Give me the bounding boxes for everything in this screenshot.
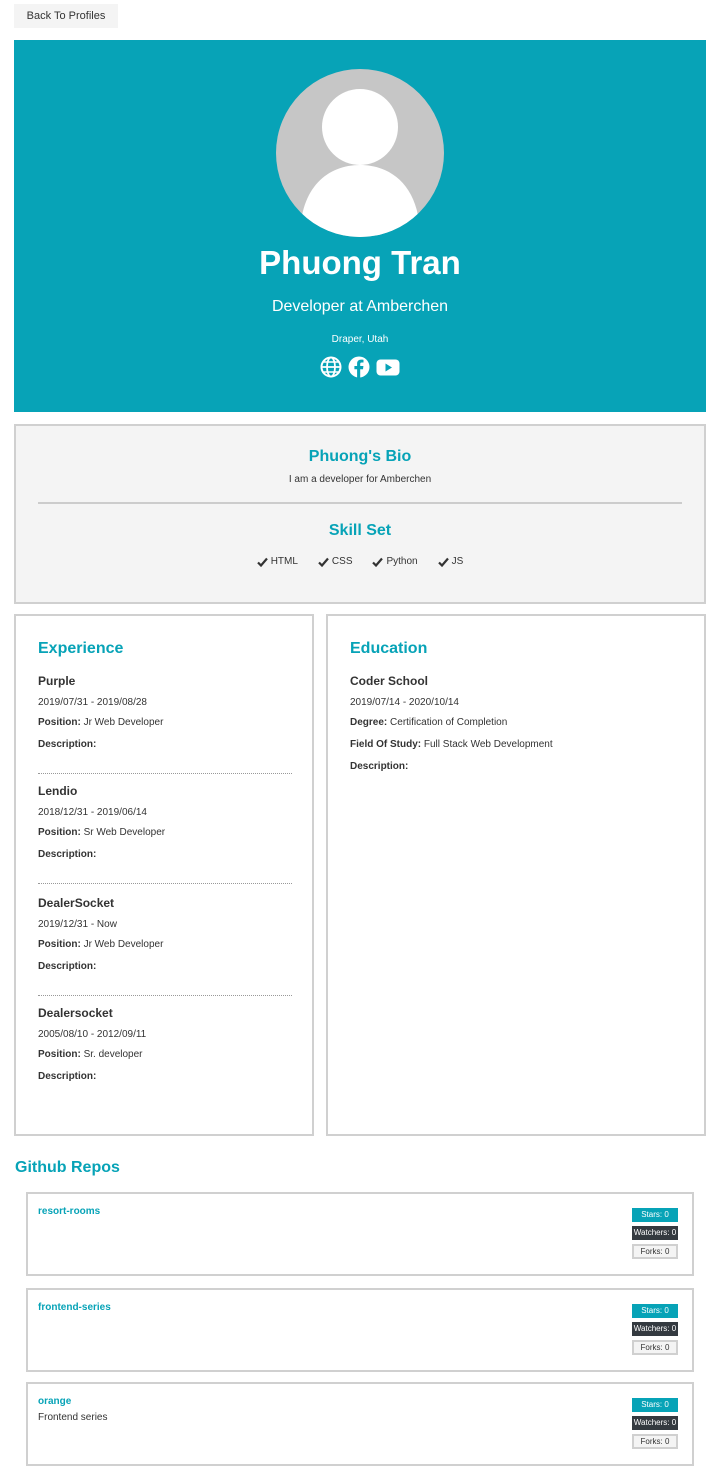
avatar bbox=[276, 69, 444, 237]
description-label: Description: bbox=[38, 849, 97, 860]
position-value: Jr Web Developer bbox=[83, 717, 164, 728]
bio-title: Phuong's Bio bbox=[308, 448, 412, 465]
position-label: Position: bbox=[38, 1049, 81, 1060]
company-name: Dealersocket bbox=[38, 1006, 113, 1020]
date-range: 2005/08/10 - 2012/09/11 bbox=[38, 1029, 147, 1040]
field-label: Field Of Study: bbox=[350, 739, 422, 750]
experience-item: Dealersocket 2005/08/10 - 2012/09/11 Pos… bbox=[38, 1006, 292, 1106]
profile-location: Draper, Utah bbox=[331, 334, 389, 345]
default-avatar-icon bbox=[300, 89, 420, 237]
check-icon bbox=[372, 557, 384, 567]
position-row: Position: Sr Web Developer bbox=[38, 826, 292, 848]
globe-icon[interactable] bbox=[320, 356, 342, 378]
position-row: Position: Jr Web Developer bbox=[38, 938, 292, 960]
stars-badge: Stars: 0 bbox=[632, 1304, 678, 1318]
skills-title: Skill Set bbox=[328, 522, 392, 539]
field-row: Field Of Study: Full Stack Web Developme… bbox=[350, 738, 684, 760]
bio-text: I am a developer for Amberchen bbox=[288, 474, 432, 485]
skill-label: CSS bbox=[331, 556, 353, 567]
check-icon bbox=[256, 557, 268, 567]
bio-section: Phuong's Bio I am a developer for Amberc… bbox=[14, 424, 706, 604]
position-value: Jr Web Developer bbox=[83, 939, 164, 950]
repo-card: resort-rooms Stars: 0 Watchers: 0 Forks:… bbox=[26, 1192, 694, 1276]
repo-description: Frontend series bbox=[38, 1412, 108, 1423]
watchers-badge: Watchers: 0 bbox=[632, 1416, 678, 1430]
field-value: Full Stack Web Development bbox=[423, 739, 553, 750]
position-label: Position: bbox=[38, 939, 81, 950]
forks-badge: Forks: 0 bbox=[632, 1340, 678, 1355]
profile-header: Phuong Tran Developer at Amberchen Drape… bbox=[14, 40, 706, 412]
description-label: Description: bbox=[38, 739, 97, 750]
repo-link[interactable]: resort-rooms bbox=[38, 1206, 100, 1217]
description-row: Description: bbox=[38, 848, 292, 870]
check-icon bbox=[318, 557, 329, 567]
skill-item: Python bbox=[372, 556, 418, 567]
description-label: Description: bbox=[38, 1071, 97, 1082]
position-row: Position: Jr Web Developer bbox=[38, 716, 292, 738]
school-name: Coder School bbox=[350, 674, 429, 688]
position-value: Sr Web Developer bbox=[83, 827, 166, 838]
skill-item: HTML bbox=[256, 556, 298, 567]
education-title: Education bbox=[350, 640, 428, 657]
company-name: Purple bbox=[38, 674, 76, 688]
social-links bbox=[14, 356, 706, 378]
profile-status: Developer at Amberchen bbox=[271, 298, 449, 315]
repo-card: orange Frontend series Stars: 0 Watchers… bbox=[26, 1382, 694, 1466]
back-to-profiles-button[interactable]: Back To Profiles bbox=[14, 4, 118, 28]
github-repos-title: Github Repos bbox=[15, 1159, 120, 1176]
company-name: Lendio bbox=[38, 784, 78, 798]
description-row: Description: bbox=[38, 738, 292, 760]
experience-item: DealerSocket 2019/12/31 - Now Position: … bbox=[38, 896, 292, 996]
description-row: Description: bbox=[38, 960, 292, 982]
education-section: Education Coder School 2019/07/14 - 2020… bbox=[326, 614, 706, 1136]
youtube-icon[interactable] bbox=[376, 356, 400, 378]
description-row: Description: bbox=[38, 1070, 292, 1092]
position-row: Position: Sr. developer bbox=[38, 1048, 292, 1070]
divider bbox=[38, 502, 682, 504]
stars-badge: Stars: 0 bbox=[632, 1208, 678, 1222]
repo-card: frontend-series Stars: 0 Watchers: 0 For… bbox=[26, 1288, 694, 1372]
skill-item: CSS bbox=[318, 556, 353, 567]
skill-label: Python bbox=[386, 556, 418, 567]
company-name: DealerSocket bbox=[38, 896, 115, 910]
profile-name: Phuong Tran bbox=[259, 244, 461, 281]
date-range: 2019/12/31 - Now bbox=[38, 919, 117, 930]
position-label: Position: bbox=[38, 827, 81, 838]
forks-badge: Forks: 0 bbox=[632, 1434, 678, 1449]
experience-title: Experience bbox=[38, 640, 124, 657]
stars-badge: Stars: 0 bbox=[632, 1398, 678, 1412]
watchers-badge: Watchers: 0 bbox=[632, 1226, 678, 1240]
repo-link[interactable]: orange bbox=[38, 1396, 71, 1407]
description-label: Description: bbox=[350, 761, 409, 772]
watchers-badge: Watchers: 0 bbox=[632, 1322, 678, 1336]
skill-label: HTML bbox=[270, 556, 298, 567]
experience-item: Lendio 2018/12/31 - 2019/06/14 Position:… bbox=[38, 784, 292, 884]
skills-list: HTML CSS Python JS bbox=[16, 556, 704, 567]
forks-badge: Forks: 0 bbox=[632, 1244, 678, 1259]
degree-row: Degree: Certification of Completion bbox=[350, 716, 684, 738]
facebook-icon[interactable] bbox=[348, 356, 370, 378]
degree-label: Degree: bbox=[350, 717, 388, 728]
education-item: Coder School 2019/07/14 - 2020/10/14 Deg… bbox=[350, 674, 684, 782]
date-range: 2019/07/14 - 2020/10/14 bbox=[350, 697, 459, 708]
experience-section: Experience Purple 2019/07/31 - 2019/08/2… bbox=[14, 614, 314, 1136]
skill-label: JS bbox=[451, 556, 464, 567]
skill-item: JS bbox=[437, 556, 464, 567]
description-label: Description: bbox=[38, 961, 97, 972]
date-range: 2018/12/31 - 2019/06/14 bbox=[38, 807, 147, 818]
check-icon bbox=[437, 557, 449, 567]
date-range: 2019/07/31 - 2019/08/28 bbox=[38, 697, 147, 708]
degree-value: Certification of Completion bbox=[390, 717, 508, 728]
position-value: Sr. developer bbox=[83, 1049, 143, 1060]
experience-item: Purple 2019/07/31 - 2019/08/28 Position:… bbox=[38, 674, 292, 774]
repo-link[interactable]: frontend-series bbox=[38, 1302, 111, 1313]
description-row: Description: bbox=[350, 760, 684, 782]
position-label: Position: bbox=[38, 717, 81, 728]
